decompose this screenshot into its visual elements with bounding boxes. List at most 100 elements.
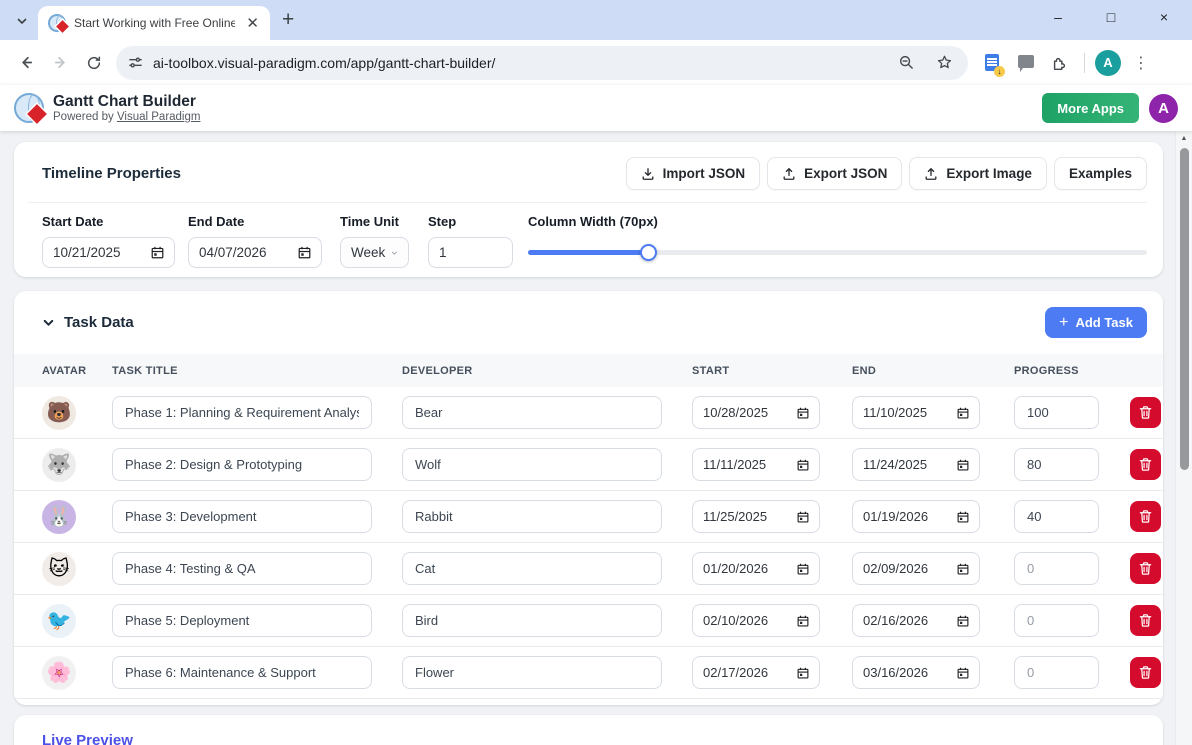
scrollbar-thumb[interactable] [1180, 148, 1189, 470]
site-info-icon[interactable] [128, 55, 143, 70]
task-title-input[interactable] [112, 552, 372, 585]
page-scrollbar[interactable]: ▲ [1175, 131, 1192, 745]
user-avatar[interactable]: A [1149, 93, 1178, 123]
developer-input[interactable] [402, 656, 662, 689]
comment-icon[interactable] [1012, 49, 1040, 77]
start-date-input[interactable]: 10/21/2025 [42, 237, 175, 268]
end-date-input[interactable]: 11/10/2025 [852, 396, 980, 429]
scroll-up-icon[interactable]: ▲ [1176, 135, 1192, 142]
end-date-input[interactable]: 02/16/2026 [852, 604, 980, 637]
progress-input[interactable] [1014, 500, 1099, 533]
progress-input[interactable] [1014, 448, 1099, 481]
url-bar[interactable]: ai-toolbox.visual-paradigm.com/app/gantt… [116, 45, 968, 80]
task-title-input[interactable] [112, 396, 372, 429]
table-row: 🐰 11/25/2025 01/19/2026 [14, 491, 1163, 543]
url-text[interactable]: ai-toolbox.visual-paradigm.com/app/gantt… [153, 55, 882, 71]
app-title: Gantt Chart Builder [53, 93, 196, 111]
developer-input[interactable] [402, 448, 662, 481]
more-apps-button[interactable]: More Apps [1042, 93, 1139, 123]
progress-input[interactable] [1014, 552, 1099, 585]
window-close-button[interactable]: × [1154, 9, 1174, 25]
time-unit-select[interactable]: Week [340, 237, 409, 268]
trash-icon [1139, 614, 1152, 627]
start-date-input[interactable]: 02/17/2026 [692, 656, 820, 689]
examples-button[interactable]: Examples [1053, 157, 1147, 190]
reload-icon[interactable] [78, 47, 110, 79]
export-json-button[interactable]: Export JSON [767, 157, 903, 190]
browser-tab[interactable]: Start Working with Free Online ✕ [38, 6, 270, 40]
end-date-input[interactable]: 11/24/2025 [852, 448, 980, 481]
back-icon[interactable] [10, 47, 42, 79]
table-row: 🐻 10/28/2025 11/10/2025 [14, 387, 1163, 439]
task-data-card: Task Data + Add Task AVATAR TASK TITLE D… [14, 291, 1163, 705]
end-date-input[interactable]: 01/19/2026 [852, 500, 980, 533]
extensions-puzzle-icon[interactable] [1046, 49, 1074, 77]
end-date-input[interactable]: 03/16/2026 [852, 656, 980, 689]
delete-task-button[interactable] [1130, 397, 1161, 428]
window-controls: – □ × [1036, 0, 1186, 34]
start-date-input[interactable]: 01/20/2026 [692, 552, 820, 585]
window-minimize-button[interactable]: – [1048, 9, 1068, 25]
cat-avatar: 🐱 [42, 551, 76, 586]
end-date-input[interactable]: 04/07/2026 [188, 237, 322, 268]
timeline-properties-card: Timeline Properties Import JSON Export J… [14, 142, 1163, 277]
start-date-input[interactable]: 10/28/2025 [692, 396, 820, 429]
browser-menu-icon[interactable]: ⋮ [1127, 53, 1155, 73]
calendar-icon [957, 615, 969, 626]
delete-task-button[interactable] [1130, 553, 1161, 584]
delete-task-button[interactable] [1130, 657, 1161, 688]
bookmark-star-icon[interactable] [930, 49, 958, 77]
developer-input[interactable] [402, 500, 662, 533]
progress-input[interactable] [1014, 656, 1099, 689]
timeline-properties-title: Timeline Properties [42, 165, 181, 182]
progress-input[interactable] [1014, 604, 1099, 637]
calendar-icon [797, 615, 809, 626]
start-date-input[interactable]: 11/11/2025 [692, 448, 820, 481]
tab-close-icon[interactable]: ✕ [243, 14, 262, 32]
column-header-start: START [692, 364, 730, 377]
task-title-input[interactable] [112, 604, 372, 637]
flower-avatar: 🌸 [42, 655, 76, 690]
forward-icon[interactable] [44, 47, 76, 79]
task-title-input[interactable] [112, 656, 372, 689]
zoom-icon[interactable] [892, 49, 920, 77]
task-data-toggle[interactable]: Task Data [42, 314, 134, 331]
delete-task-button[interactable] [1130, 449, 1161, 480]
progress-input[interactable] [1014, 396, 1099, 429]
new-tab-button[interactable]: + [282, 8, 294, 32]
end-date-input[interactable]: 02/09/2026 [852, 552, 980, 585]
delete-task-button[interactable] [1130, 501, 1161, 532]
tab-title: Start Working with Free Online [74, 16, 236, 30]
browser-profile-avatar[interactable]: A [1095, 49, 1121, 76]
window-maximize-button[interactable]: □ [1101, 9, 1121, 25]
column-width-fill [528, 250, 649, 255]
task-title-input[interactable] [112, 500, 372, 533]
calendar-icon [957, 667, 969, 678]
developer-input[interactable] [402, 396, 662, 429]
calendar-icon [797, 511, 809, 522]
step-input[interactable] [428, 237, 513, 268]
step-label: Step [428, 214, 457, 229]
delete-task-button[interactable] [1130, 605, 1161, 636]
plus-icon: + [1059, 313, 1069, 331]
import-json-button[interactable]: Import JSON [625, 157, 761, 190]
start-date-input[interactable]: 02/10/2026 [692, 604, 820, 637]
trash-icon [1139, 406, 1152, 419]
visual-paradigm-link[interactable]: Visual Paradigm [117, 111, 201, 123]
column-width-thumb[interactable] [639, 244, 657, 261]
trash-icon [1139, 562, 1152, 575]
developer-input[interactable] [402, 552, 662, 585]
live-preview-title: Live Preview [42, 732, 133, 745]
developer-input[interactable] [402, 604, 662, 637]
column-width-slider[interactable] [528, 237, 1147, 268]
export-image-button[interactable]: Export Image [909, 157, 1047, 190]
tab-search-chevron-icon[interactable] [8, 7, 36, 35]
pinned-extension-icon[interactable]: ↓ [978, 49, 1006, 77]
task-title-input[interactable] [112, 448, 372, 481]
start-date-input[interactable]: 11/25/2025 [692, 500, 820, 533]
column-header-task-title: TASK TITLE [112, 364, 178, 377]
table-row: 🌸 02/17/2026 03/16/2026 [14, 647, 1163, 699]
site-favicon-icon [48, 14, 69, 33]
start-date-label: Start Date [42, 214, 104, 229]
add-task-button[interactable]: + Add Task [1045, 307, 1147, 338]
